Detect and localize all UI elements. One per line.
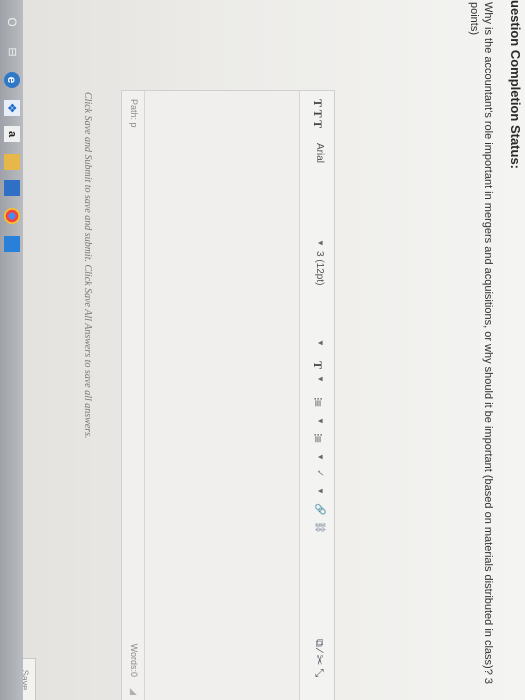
editor-tools-icons[interactable]: ⧉ ⁄ ✂ ⤡ xyxy=(312,639,325,677)
font-size-chevron-down-icon[interactable]: ▼ xyxy=(316,339,325,347)
edge-browser-icon[interactable]: e xyxy=(4,72,20,88)
windows-taskbar: O ⊟ e ❖ a xyxy=(0,0,23,700)
editor-status-bar: Path: p Words:0 ◢ xyxy=(122,91,145,700)
word-count-label: Words:0 xyxy=(129,643,139,677)
font-family-chevron-down-icon[interactable]: ▼ xyxy=(316,239,325,247)
amazon-icon[interactable]: a xyxy=(4,126,20,142)
path-label: Path: p xyxy=(129,99,139,128)
bullet-list-icon[interactable]: ⁝≡ xyxy=(311,397,325,406)
save-instructions: Click Save and Submit to save and submit… xyxy=(82,92,93,439)
spellcheck-chevron-down-icon[interactable]: ▼ xyxy=(316,487,325,495)
numbered-list-chevron-down-icon[interactable]: ▼ xyxy=(316,453,325,461)
spellcheck-icon[interactable]: ✓ xyxy=(314,469,325,477)
task-view-icon[interactable]: ⊟ xyxy=(4,44,20,60)
mail-icon[interactable] xyxy=(4,180,20,196)
bullet-list-chevron-down-icon[interactable]: ▼ xyxy=(316,417,325,425)
file-explorer-icon[interactable] xyxy=(4,154,20,170)
question-completion-status-heading: uestion Completion Status: xyxy=(508,0,523,169)
rich-text-editor: T T T Arial ▼ 3 (12pt) ▼ T ▼ ⁝≡ ▼ ⁝≡ ▼ ✓… xyxy=(121,90,335,700)
answer-text-area[interactable] xyxy=(144,91,299,700)
font-family-select[interactable]: Arial xyxy=(314,143,325,163)
chrome-icon[interactable] xyxy=(4,208,20,224)
text-color-chevron-down-icon[interactable]: ▼ xyxy=(316,375,325,383)
rotated-screen: uestion Completion Status: Why is the ac… xyxy=(0,0,525,700)
text-color-button[interactable]: T xyxy=(310,361,325,369)
dropbox-icon[interactable]: ❖ xyxy=(4,100,20,116)
editor-toolbar: T T T Arial ▼ 3 (12pt) ▼ T ▼ ⁝≡ ▼ ⁝≡ ▼ ✓… xyxy=(299,91,334,700)
question-text: Why is the accountant's role important i… xyxy=(468,2,494,684)
numbered-list-icon[interactable]: ⁝≡ xyxy=(311,433,325,442)
link-icon[interactable]: 🔗 xyxy=(314,503,325,515)
font-size-select[interactable]: 3 (12pt) xyxy=(314,251,325,285)
resize-handle-icon[interactable]: ◢ xyxy=(128,688,139,695)
unlink-icon[interactable]: ⛓ xyxy=(314,521,325,534)
store-icon[interactable] xyxy=(4,236,20,252)
text-style-buttons[interactable]: T T T xyxy=(310,99,325,128)
search-icon[interactable]: O xyxy=(4,14,20,30)
